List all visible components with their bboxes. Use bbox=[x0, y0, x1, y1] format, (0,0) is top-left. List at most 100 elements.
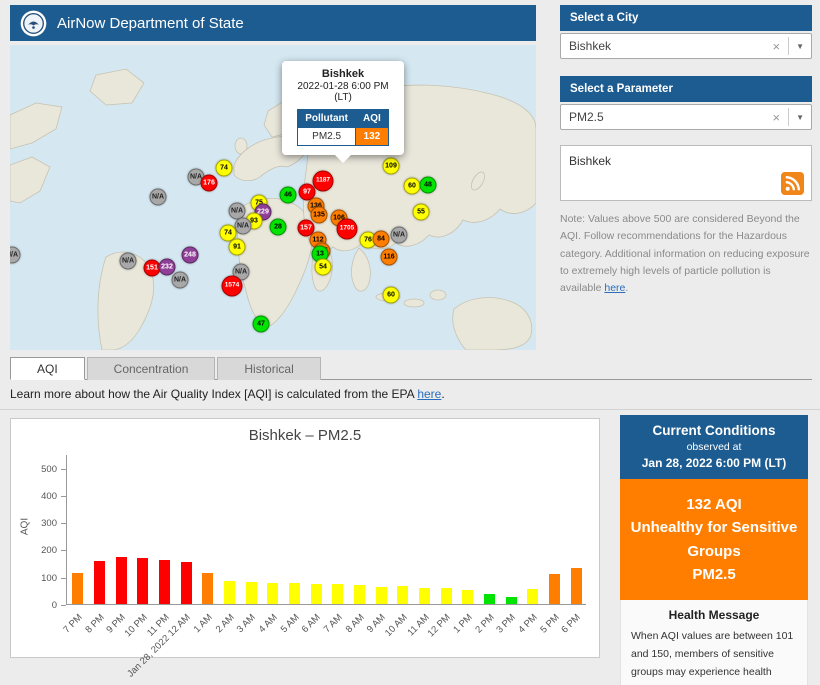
city-select[interactable]: Bishkek × ▼ bbox=[560, 33, 812, 59]
aqi-marker[interactable]: N/A bbox=[119, 252, 137, 270]
note-text: Note: Values above 500 are considered Be… bbox=[560, 213, 810, 295]
note-text-suffix: . bbox=[625, 282, 629, 295]
aqi-marker[interactable]: 47 bbox=[252, 315, 270, 333]
y-axis-tick-mark bbox=[61, 523, 66, 525]
chart-bar[interactable] bbox=[245, 581, 257, 604]
current-conditions-panel: Current Conditions observed at Jan 28, 2… bbox=[620, 415, 808, 685]
chart-bar[interactable] bbox=[289, 583, 300, 604]
aqi-marker[interactable]: 1187 bbox=[312, 170, 334, 192]
health-message-section: Health Message When AQI values are betwe… bbox=[620, 600, 808, 685]
aqi-marker[interactable]: 109 bbox=[382, 157, 400, 175]
rss-icon[interactable] bbox=[781, 172, 804, 195]
aqi-marker[interactable]: 135 bbox=[310, 206, 328, 224]
city-dropdown-arrow-icon[interactable]: ▼ bbox=[789, 42, 811, 51]
select-parameter-header: Select a Parameter bbox=[560, 76, 812, 102]
section-divider bbox=[0, 409, 820, 410]
chart-bar[interactable] bbox=[267, 582, 279, 604]
y-axis-tick-label: 500 bbox=[41, 463, 57, 475]
aqi-marker[interactable]: 60 bbox=[382, 286, 400, 304]
city-clear-icon[interactable]: × bbox=[764, 39, 788, 54]
right-sidebar: Select a City Bishkek × ▼ Select a Param… bbox=[560, 5, 812, 298]
health-message-text: When AQI values are between 101 and 150,… bbox=[631, 630, 794, 685]
chart-bar[interactable] bbox=[310, 583, 322, 604]
y-axis-tick-label: 400 bbox=[41, 490, 57, 502]
chart-bar[interactable] bbox=[527, 589, 539, 604]
popup-table: Pollutant AQI PM2.5 132 bbox=[297, 109, 389, 146]
aqi-marker[interactable]: N/A bbox=[390, 226, 408, 244]
map-popup: Bishkek 2022-01-28 6:00 PM (LT) Pollutan… bbox=[282, 61, 404, 163]
popup-col-pollutant: Pollutant bbox=[297, 109, 356, 128]
popup-aqi-value: 132 bbox=[355, 127, 389, 146]
chart-bar[interactable] bbox=[354, 585, 365, 604]
aqi-marker[interactable]: N/A bbox=[149, 188, 167, 206]
popup-date-line2: (LT) bbox=[334, 92, 352, 103]
parameter-clear-icon[interactable]: × bbox=[764, 110, 788, 125]
current-aqi-parameter: PM2.5 bbox=[692, 565, 736, 583]
chart-bar[interactable] bbox=[419, 587, 430, 604]
chart-bar[interactable] bbox=[115, 557, 127, 604]
aqi-marker[interactable]: 232 bbox=[158, 258, 176, 276]
y-axis-tick-mark bbox=[61, 468, 66, 470]
aqi-marker[interactable]: 46 bbox=[279, 186, 297, 204]
observed-at-datetime: Jan 28, 2022 6:00 PM (LT) bbox=[641, 456, 787, 470]
y-axis-tick-label: 200 bbox=[41, 545, 57, 557]
chart-bar[interactable] bbox=[549, 574, 560, 604]
aqi-marker[interactable]: 54 bbox=[314, 258, 332, 276]
current-aqi-box: 132 AQI Unhealthy for Sensitive Groups P… bbox=[620, 479, 808, 600]
chart-bar[interactable] bbox=[505, 597, 517, 604]
chart-title: Bishkek – PM2.5 bbox=[248, 427, 362, 444]
chart-bar[interactable] bbox=[72, 572, 84, 604]
chart-bar[interactable] bbox=[397, 586, 409, 604]
aqi-marker[interactable]: 1705 bbox=[336, 218, 358, 240]
y-axis-tick-label: 100 bbox=[41, 572, 57, 584]
chart-bar[interactable] bbox=[159, 559, 170, 604]
aqi-marker[interactable]: 1574 bbox=[221, 275, 243, 297]
aqi-marker[interactable]: 176 bbox=[200, 174, 218, 192]
feed-box: Bishkek bbox=[560, 145, 812, 201]
chart-bar[interactable] bbox=[224, 580, 235, 604]
current-conditions-header: Current Conditions observed at Jan 28, 2… bbox=[620, 415, 808, 479]
aqi-marker[interactable]: N/A bbox=[171, 271, 189, 289]
y-axis-tick-mark bbox=[61, 550, 66, 552]
aqi-marker[interactable]: 55 bbox=[412, 203, 430, 221]
aqi-marker[interactable]: 248 bbox=[181, 246, 199, 264]
parameter-dropdown-arrow-icon[interactable]: ▼ bbox=[789, 113, 811, 122]
chart-bar[interactable] bbox=[375, 586, 387, 604]
chart-bar[interactable] bbox=[180, 561, 192, 604]
chart-bar[interactable] bbox=[202, 573, 214, 604]
state-department-seal-icon bbox=[20, 10, 47, 36]
aqi-marker[interactable]: 60 bbox=[403, 177, 421, 195]
popup-date-line1: 2022-01-28 6:00 PM bbox=[297, 81, 389, 92]
aqi-marker[interactable]: 116 bbox=[380, 248, 398, 266]
learn-more-line: Learn more about how the Air Quality Ind… bbox=[10, 387, 445, 401]
chart-bar[interactable] bbox=[462, 589, 474, 604]
beyond-aqi-note: Note: Values above 500 are considered Be… bbox=[560, 211, 812, 298]
tab-historical[interactable]: Historical bbox=[217, 357, 321, 380]
learn-more-link[interactable]: here bbox=[417, 387, 441, 401]
chart-bar[interactable] bbox=[332, 584, 344, 604]
chart-bar[interactable] bbox=[94, 560, 105, 604]
chart-bar[interactable] bbox=[484, 593, 495, 604]
popup-datetime: 2022-01-28 6:00 PM (LT) bbox=[288, 81, 398, 103]
aqi-marker[interactable]: 28 bbox=[269, 218, 287, 236]
observed-at-label: observed at bbox=[686, 441, 742, 453]
map[interactable]: Bishkek 2022-01-28 6:00 PM (LT) Pollutan… bbox=[10, 45, 536, 350]
tab-strip: AQI Concentration Historical bbox=[10, 357, 812, 380]
note-link[interactable]: here bbox=[604, 282, 625, 294]
popup-col-aqi: AQI bbox=[355, 109, 389, 128]
chart-bar[interactable] bbox=[440, 588, 452, 604]
parameter-select[interactable]: PM2.5 × ▼ bbox=[560, 104, 812, 130]
aqi-marker[interactable]: 84 bbox=[372, 230, 390, 248]
feed-city-label: Bishkek bbox=[569, 154, 612, 168]
learn-more-suffix: . bbox=[441, 387, 445, 401]
aqi-marker[interactable]: N/A bbox=[234, 217, 252, 235]
aqi-marker[interactable]: 91 bbox=[228, 238, 246, 256]
learn-more-text: Learn more about how the Air Quality Ind… bbox=[10, 387, 418, 401]
chart-plot bbox=[66, 455, 586, 605]
chart-bar[interactable] bbox=[137, 558, 149, 604]
tab-concentration[interactable]: Concentration bbox=[86, 357, 216, 380]
chart-bar[interactable] bbox=[570, 568, 582, 604]
tab-aqi[interactable]: AQI bbox=[10, 357, 85, 380]
aqi-marker[interactable]: 74 bbox=[215, 159, 233, 177]
aqi-marker[interactable]: 48 bbox=[419, 176, 437, 194]
